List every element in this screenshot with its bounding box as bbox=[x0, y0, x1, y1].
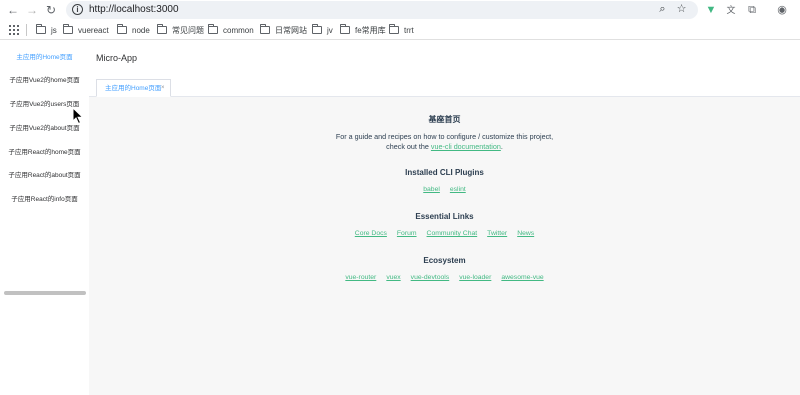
sidebar-menu: 主应用的Home页面 子应用Vue2的home页面 子应用Vue2的users页… bbox=[0, 41, 89, 395]
intro-line-1: For a guide and recipes on how to config… bbox=[335, 132, 554, 141]
tab-label: 主应用的Home页面 bbox=[105, 85, 162, 92]
back-icon[interactable]: ← bbox=[6, 3, 20, 17]
vue-cli-docs-link[interactable]: vue-cli documentation bbox=[431, 142, 501, 151]
menu-item-react-info[interactable]: 子应用React的info页面 bbox=[0, 192, 89, 208]
essential-link[interactable]: Core Docs bbox=[355, 230, 387, 237]
bookmarks-bar: js vuereact node 常见问题 common 日常网站 jv fe常… bbox=[0, 20, 800, 40]
essential-link[interactable]: News bbox=[517, 230, 534, 237]
bookmark-folder[interactable]: 日常网站 bbox=[260, 24, 307, 36]
folder-icon bbox=[389, 24, 399, 34]
folder-icon bbox=[117, 24, 127, 34]
ecosystem-link[interactable]: awesome-vue bbox=[501, 274, 543, 281]
plugins-heading: Installed CLI Plugins bbox=[405, 168, 484, 177]
ecosystem-link[interactable]: vue-devtools bbox=[411, 274, 450, 281]
folder-icon bbox=[36, 24, 46, 34]
vue-devtools-icon[interactable]: ▼ bbox=[704, 3, 718, 17]
essential-links-heading: Essential Links bbox=[415, 212, 474, 221]
bookmark-folder[interactable]: trrt bbox=[389, 24, 414, 36]
home-content: 基座首页 For a guide and recipes on how to c… bbox=[89, 97, 800, 395]
bookmark-folder[interactable]: node bbox=[117, 24, 150, 36]
plugin-link[interactable]: eslint bbox=[450, 186, 466, 193]
translate-extension-icon[interactable]: 文 bbox=[724, 3, 738, 17]
micro-app-root: 主应用的Home页面 子应用Vue2的home页面 子应用Vue2的users页… bbox=[0, 41, 800, 395]
forward-icon[interactable]: → bbox=[25, 3, 39, 17]
folder-icon bbox=[208, 24, 218, 34]
bookmark-folder[interactable]: 常见问题 bbox=[157, 24, 204, 36]
folder-icon bbox=[312, 24, 322, 34]
bookmark-folder[interactable]: common bbox=[208, 24, 254, 36]
essential-link[interactable]: Twitter bbox=[487, 230, 507, 237]
page-heading: 基座首页 bbox=[428, 115, 461, 124]
sidebar-horizontal-scrollbar[interactable] bbox=[4, 291, 86, 295]
plugin-link[interactable]: babel bbox=[423, 186, 440, 193]
mouse-cursor-icon bbox=[72, 107, 84, 125]
essential-link[interactable]: Community Chat bbox=[427, 230, 478, 237]
bookmarks-divider bbox=[26, 24, 27, 36]
bookmark-folder[interactable]: vuereact bbox=[63, 24, 109, 36]
ecosystem-link[interactable]: vuex bbox=[386, 274, 400, 281]
reload-icon[interactable]: ↻ bbox=[44, 3, 58, 17]
folder-icon bbox=[260, 24, 270, 34]
menu-item-react-about[interactable]: 子应用React的about页面 bbox=[0, 168, 89, 184]
ecosystem-heading: Ecosystem bbox=[423, 256, 466, 265]
essential-link[interactable]: Forum bbox=[397, 230, 417, 237]
menu-item-vue2-home[interactable]: 子应用Vue2的home页面 bbox=[0, 73, 89, 89]
folder-icon bbox=[63, 24, 73, 34]
site-info-icon[interactable]: i bbox=[72, 4, 83, 15]
menu-item-main-home[interactable]: 主应用的Home页面 bbox=[0, 50, 89, 66]
profile-avatar-icon[interactable]: ◉ bbox=[775, 3, 789, 17]
folder-icon bbox=[157, 24, 167, 34]
bookmark-star-icon[interactable]: ☆ bbox=[675, 3, 688, 16]
address-bar[interactable]: i http://localhost:3000 ⌕ ☆ bbox=[66, 1, 698, 19]
bookmark-folder[interactable]: jv bbox=[312, 24, 333, 36]
bookmark-folder[interactable]: js bbox=[36, 24, 57, 36]
url-text[interactable]: http://localhost:3000 bbox=[89, 4, 179, 15]
folder-icon bbox=[340, 24, 350, 34]
ecosystem-link[interactable]: vue-loader bbox=[459, 274, 491, 281]
extensions-puzzle-icon[interactable]: ⧉ bbox=[745, 3, 759, 17]
menu-item-react-home[interactable]: 子应用React的home页面 bbox=[0, 145, 89, 161]
tab-bar: 主应用的Home页面 × bbox=[89, 77, 800, 97]
app-title: Micro-App bbox=[96, 53, 138, 63]
ecosystem-link[interactable]: vue-router bbox=[345, 274, 376, 281]
main-area: Micro-App 主应用的Home页面 × 基座首页 For a guide … bbox=[89, 41, 800, 395]
zoom-search-icon[interactable]: ⌕ bbox=[656, 3, 669, 16]
browser-toolbar: ← → ↻ i http://localhost:3000 ⌕ ☆ ▼ 文 ⧉ … bbox=[0, 0, 800, 20]
essential-links-list: Core Docs Forum Community Chat Twitter N… bbox=[89, 230, 800, 237]
plugins-list: babel eslint bbox=[89, 186, 800, 193]
bookmark-folder[interactable]: fe常用库 bbox=[340, 24, 386, 36]
app-header: Micro-App bbox=[89, 41, 800, 77]
ecosystem-list: vue-router vuex vue-devtools vue-loader … bbox=[89, 274, 800, 281]
tab-main-home[interactable]: 主应用的Home页面 × bbox=[96, 79, 171, 97]
tab-close-icon[interactable]: × bbox=[161, 80, 165, 97]
apps-grid-icon[interactable] bbox=[9, 25, 19, 35]
intro-line-2: check out the vue-cli documentation. bbox=[386, 142, 503, 151]
